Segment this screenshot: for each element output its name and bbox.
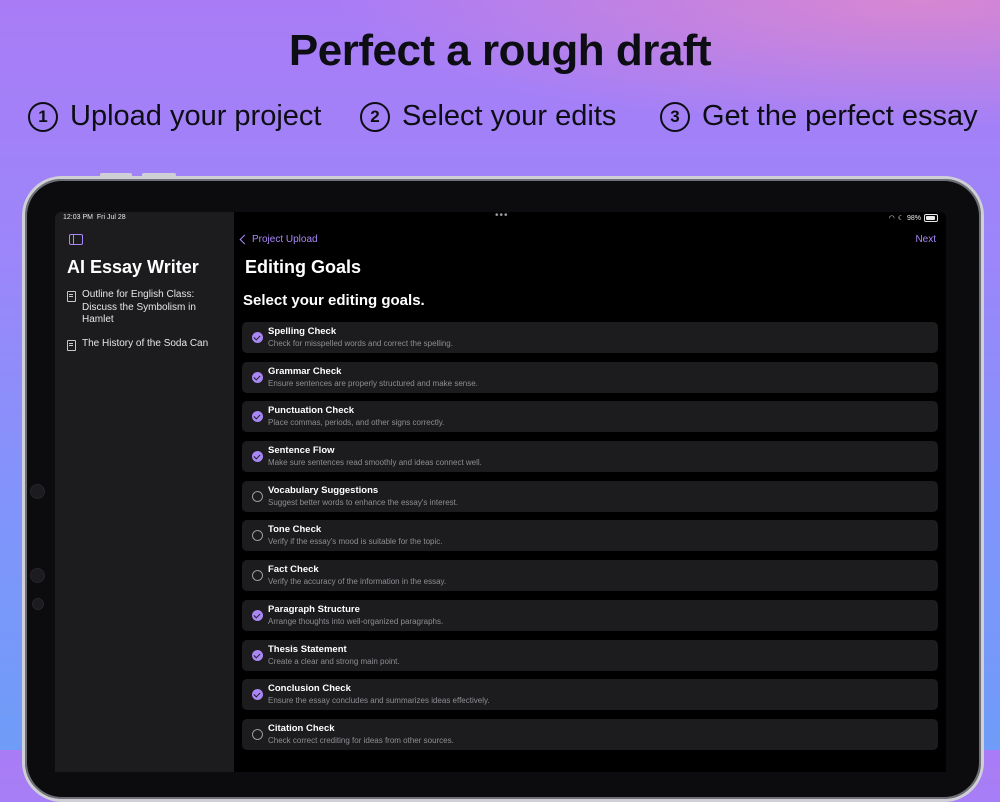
goal-description: Verify the accuracy of the information i… [268,577,447,587]
editing-goals-list: Spelling Check Check for misspelled words… [242,322,938,759]
back-button[interactable]: Project Upload [239,234,318,245]
step-number-badge: 2 [360,101,390,132]
goal-row[interactable]: Sentence Flow Make sure sentences read sm… [242,441,938,473]
page-subtitle: Select your editing goals. [243,292,425,309]
goal-title: Sentence Flow [268,445,335,457]
document-title: The History of the Soda Can [82,338,209,349]
checkmark-circle-icon[interactable] [252,451,263,463]
step-number-badge: 1 [28,101,58,132]
goal-title: Conclusion Check [268,683,351,695]
document-icon [67,291,76,302]
goal-row[interactable]: Thesis Statement Create a clear and stron… [242,639,938,671]
goal-title: Fact Check [268,564,319,576]
page-title: Editing Goals [245,257,362,277]
step-2: 2 Select your edits [360,100,616,133]
step-3: 3 Get the perfect essay [660,100,978,133]
camera-dot [30,484,45,499]
goal-row[interactable]: Tone Check Verify if the essay's mood is … [242,520,938,552]
checkmark-circle-icon[interactable] [252,649,263,661]
goal-row[interactable]: Grammar Check Ensure sentences are proper… [242,361,938,393]
goal-row[interactable]: Citation Check Check correct crediting fo… [242,718,938,750]
sensor-dot [32,598,44,610]
step-label: Upload your project [70,100,322,132]
goal-title: Spelling Check [268,326,337,337]
empty-circle-icon[interactable] [252,570,263,582]
goal-description: Arrange thoughts into well-organized par… [268,616,444,626]
checkmark-circle-icon[interactable] [252,332,263,343]
document-icon [67,340,76,351]
goal-title: Grammar Check [268,365,342,377]
empty-circle-icon[interactable] [252,490,263,502]
step-1: 1 Upload your project [28,100,321,133]
goal-title: Thesis Statement [268,643,347,655]
goal-row[interactable]: Conclusion Check Ensure the essay conclud… [242,679,938,711]
chevron-left-icon [239,234,250,245]
goal-description: Suggest better words to enhance the essa… [268,497,459,507]
app-title: AI Essay Writer [67,257,199,277]
goal-description: Check correct crediting for ideas from o… [268,735,454,745]
goal-title: Paragraph Structure [268,603,360,615]
goal-title: Vocabulary Suggestions [268,484,379,496]
sidebar-document-item[interactable]: Outline for English Class: Discuss the S… [67,289,217,327]
sidebar: AI Essay Writer Outline for English Clas… [55,212,234,772]
goal-row[interactable]: Paragraph Structure Arrange thoughts into… [242,599,938,631]
status-bar-time: 12:03 PM Fri Jul 28 [63,214,126,221]
app-screen: AI Essay Writer Outline for English Clas… [55,212,946,772]
step-label: Select your edits [402,100,617,132]
goal-description: Verify if the essay's mood is suitable f… [268,537,443,547]
goal-row[interactable]: Fact Check Verify the accuracy of the inf… [242,560,938,592]
checkmark-circle-icon[interactable] [252,609,263,621]
camera-dot [30,568,45,583]
main-panel: Project Upload Next Editing Goals Select… [234,212,946,772]
step-number-badge: 3 [660,101,690,132]
goal-description: Check for misspelled words and correct t… [268,339,453,348]
goal-description: Place commas, periods, and other signs c… [268,418,445,428]
goal-description: Create a clear and strong main point. [268,656,400,666]
empty-circle-icon[interactable] [252,728,263,740]
goal-title: Citation Check [268,722,335,734]
goal-row[interactable]: Spelling Check Check for misspelled words… [242,322,938,353]
sidebar-toggle-icon[interactable] [69,234,83,245]
headline: Perfect a rough draft [288,26,712,75]
goal-description: Ensure sentences are properly structured… [268,378,478,388]
goal-title: Punctuation Check [268,405,355,417]
goal-description: Make sure sentences read smoothly and id… [268,458,482,468]
checkmark-circle-icon[interactable] [252,411,263,423]
empty-circle-icon[interactable] [252,530,263,542]
steps-row: 1 Upload your project 2 Select your edit… [0,100,1000,140]
checkmark-circle-icon[interactable] [252,371,263,383]
document-title: Outline for English Class: Discuss the S… [82,289,196,325]
goal-description: Ensure the essay concludes and summarize… [268,696,490,706]
goal-row[interactable]: Vocabulary Suggestions Suggest better wor… [242,480,938,512]
next-button[interactable]: Next [915,234,936,245]
checkmark-circle-icon[interactable] [252,689,263,701]
goal-title: Tone Check [268,524,322,536]
sidebar-document-item[interactable]: The History of the Soda Can [67,338,217,351]
step-label: Get the perfect essay [702,100,978,132]
goal-row[interactable]: Punctuation Check Place commas, periods, … [242,401,938,433]
back-label: Project Upload [252,234,318,245]
